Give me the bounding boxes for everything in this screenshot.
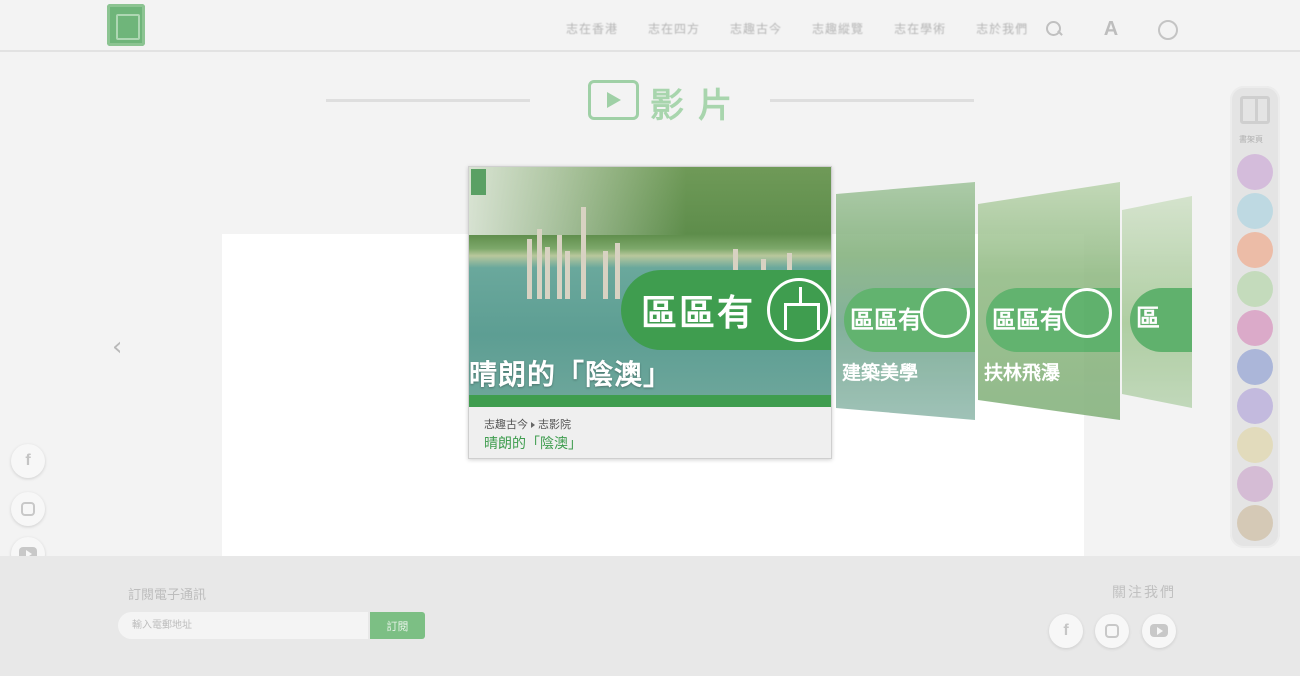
video-card-side[interactable]: 區區有 建築美學 [836,182,975,420]
carousel-prev-arrow[interactable]: ‹ [112,334,132,360]
rail-category-icon[interactable] [1237,388,1273,424]
site-logo[interactable] [107,4,145,46]
side-badge-text: 區區有 [992,306,1064,334]
rail-category-icon[interactable] [1237,310,1273,346]
video-card-side[interactable]: 區區有 扶林飛瀑 [978,182,1120,420]
nav-item[interactable]: 志在香港 [566,20,618,37]
site-footer: 訂閱電子通訊 訂閱 關注我們 f [0,556,1300,676]
breadcrumb-child[interactable]: 志影院 [538,418,571,431]
breadcrumb-arrow-icon [531,422,535,428]
side-badge-text: 區 [1136,304,1160,332]
globe-icon[interactable] [1157,19,1178,40]
search-icon[interactable] [1044,19,1064,39]
bookshelf-rail: 書架頁 [1230,86,1280,548]
rail-category-icon[interactable] [1237,271,1273,307]
nav-item[interactable]: 志在學術 [894,20,946,37]
nav-item[interactable]: 志在四方 [648,20,700,37]
font-size-icon[interactable]: A [1101,19,1121,39]
nav-item[interactable]: 志趣古今 [730,20,782,37]
rail-category-icon[interactable] [1237,154,1273,190]
follow-label: 關注我們 [1112,585,1176,601]
card-title[interactable]: 晴朗的「陰澳」 [484,433,582,453]
rail-category-icon[interactable] [1237,505,1273,541]
play-icon [588,80,639,120]
video-card-main[interactable]: 區區有 晴朗的「陰澳」 志趣古今 志影院 晴朗的「陰澳」 [468,166,832,459]
youtube-icon[interactable] [1142,614,1176,648]
rail-category-icon[interactable] [1237,232,1273,268]
thumbnail-caption: 晴朗的「陰澳」 [469,358,673,391]
title-divider-right [770,99,974,102]
side-badge-text: 區區有 [850,306,922,334]
instagram-icon[interactable] [1095,614,1129,648]
rail-category-icon[interactable] [1237,349,1273,385]
side-caption: 建築美學 [842,362,919,384]
card-breadcrumb: 志趣古今 志影院 [484,416,571,432]
site-header: 志在香港 志在四方 志趣古今 志趣縱覽 志在學術 志於我們 A [0,0,1300,52]
subscribe-button[interactable]: 訂閱 [370,612,425,639]
nav-item[interactable]: 志趣縱覽 [812,20,864,37]
seal-logo-icon [767,278,831,342]
book-icon[interactable] [1240,96,1270,124]
section-title: 影片 [650,86,746,126]
video-thumbnail[interactable]: 區區有 晴朗的「陰澳」 [469,167,831,407]
subscribe-label: 訂閱電子通訊 [128,588,207,603]
rail-category-icon[interactable] [1237,466,1273,502]
title-divider-left [326,99,530,102]
side-caption: 扶林飛瀑 [984,362,1061,384]
seal-logo-icon [920,288,970,338]
series-badge: 區區有 [621,270,831,350]
nav-item[interactable]: 志於我們 [976,20,1028,37]
series-badge-text: 區區有 [641,293,756,334]
thumbnail-logo [471,169,486,195]
instagram-icon[interactable] [11,492,45,526]
rail-category-icon[interactable] [1237,193,1273,229]
video-card-side[interactable]: 區 [1122,196,1192,408]
rail-category-icon[interactable] [1237,427,1273,463]
breadcrumb-parent[interactable]: 志趣古今 [484,418,528,431]
facebook-icon[interactable]: f [11,444,45,478]
facebook-icon[interactable]: f [1049,614,1083,648]
seal-logo-icon [1062,288,1112,338]
main-nav: 志在香港 志在四方 志趣古今 志趣縱覽 志在學術 志於我們 [566,20,1028,37]
rail-label: 書架頁 [1239,135,1263,144]
email-field[interactable] [118,612,368,639]
